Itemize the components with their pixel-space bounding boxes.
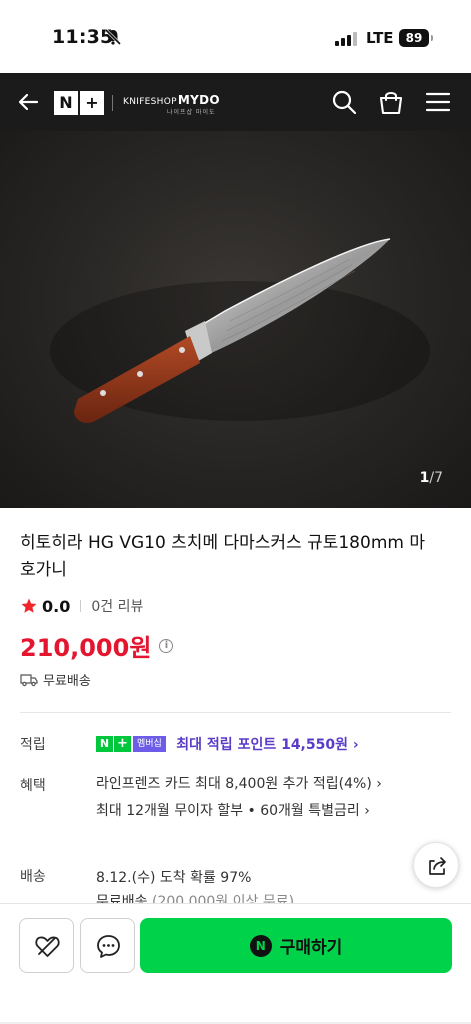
installment-benefit-link[interactable]: 최대 12개월 무이자 할부 • 60개월 특별금리 › [96,798,436,825]
card-benefit-link[interactable]: 라인프렌즈 카드 최대 8,400원 추가 적립(4%) › [96,771,436,798]
info-icon[interactable]: i [159,638,174,653]
nav-divider [112,95,113,111]
rating-summary[interactable]: 0.0 0건 리뷰 [20,596,143,616]
section-divider [20,712,451,713]
shipping-info: 무료배송 [20,670,91,689]
shopping-bag-icon[interactable] [378,89,404,115]
delivery-estimate: 8.12.(수) 도착 확률 97% [96,870,252,886]
share-button[interactable] [413,842,459,888]
product-image-gallery[interactable]: 1/7 [0,131,471,508]
price: 210,000원 [20,634,152,662]
wishlist-button[interactable] [19,918,74,973]
points-label: 적립 [20,737,46,753]
delivery-label: 배송 [20,869,46,885]
back-arrow-icon[interactable] [16,90,40,114]
network-type: LTE [366,29,394,47]
review-count[interactable]: 0건 리뷰 [91,596,143,616]
product-image [50,238,430,423]
signal-icon [335,30,357,46]
points-content[interactable]: N + 멤버십 최대 적립 포인트 14,550원 › [96,734,436,754]
top-nav: N + KNIFESHOPMYDO 나이프샵 마이도 [0,73,471,131]
share-icon [429,857,446,875]
heart-icon [35,936,60,957]
search-icon[interactable] [331,89,357,115]
store-logo[interactable]: KNIFESHOPMYDO 나이프샵 마이도 [123,93,220,116]
buy-button[interactable]: N 구매하기 [140,918,452,973]
membership-badge: N + 멤버십 [96,736,166,752]
status-bar: 11:35 LTE 89 [0,0,471,73]
rating-divider [80,600,82,612]
menu-icon[interactable] [425,89,451,115]
rating-score: 0.0 [42,596,71,616]
chat-bubble-icon [97,935,120,958]
shipping-label: 무료배송 [43,674,91,689]
max-points-link[interactable]: 최대 적립 포인트 14,550원 › [176,737,358,753]
battery-indicator: 89 [399,29,433,47]
bottom-action-bar: N 구매하기 [0,903,471,1024]
chat-button[interactable] [80,918,135,973]
naver-pay-icon: N [249,934,272,957]
price-block: 210,000원 i [20,628,174,663]
star-icon [21,598,37,613]
buy-button-label: 구매하기 [279,938,343,958]
silent-bell-icon [104,28,122,46]
benefits-label: 혜택 [20,778,46,794]
image-counter: 1/7 [419,470,443,486]
naver-plus-logo[interactable]: N + [54,91,104,115]
product-title: 히토히라 HG VG10 츠치메 다마스커스 규토180mm 마호가니 [20,533,425,580]
truck-icon [20,673,38,686]
